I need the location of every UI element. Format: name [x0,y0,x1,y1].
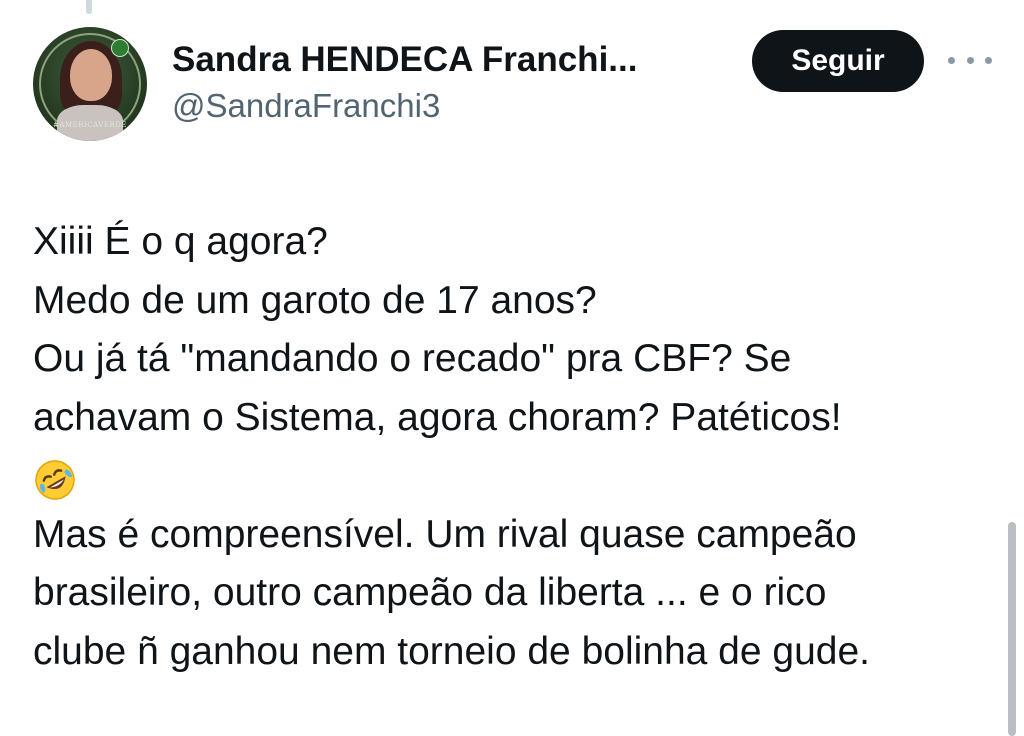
scrollbar[interactable] [1008,522,1016,736]
more-dot [948,56,955,64]
club-crest-icon [111,39,129,57]
more-dot [966,56,974,64]
tweet-emoji-line [33,447,993,506]
avatar-ring-text: #AMERICAVERDE [53,121,127,129]
tweet-text-line: clube ñ ganhou nem torneio de bolinha de… [33,629,870,673]
author-handle[interactable]: @SandraFranchi3 [172,87,440,125]
author-display-name[interactable]: Sandra HENDECA Franchi... [172,40,637,80]
tweet-text-line: Ou já tá "mandando o recado" pra CBF? Se [33,337,792,380]
avatar[interactable]: #AMERICAVERDE [33,27,147,141]
tweet-text-line: achavam o Sistema, agora choram? Patétic… [33,395,842,439]
avatar-face [70,49,112,101]
tweet-text-line: Xiiii É o q agora? [33,220,328,263]
tweet-screen: #AMERICAVERDE Sandra HENDECA Franchi... … [0,0,1024,736]
follow-button[interactable]: Seguir [752,30,924,92]
thread-connector-line [86,0,92,14]
rolling-on-floor-laughing-icon [33,458,77,502]
tweet-text-line: Medo de um garoto de 17 anos? [33,278,597,322]
more-dot [985,56,992,64]
tweet-text: Xiiii É o q agora? Medo de um garoto de … [33,213,993,681]
tweet-text-line: brasileiro, outro campeão da liberta ...… [33,571,827,614]
tweet-text-line: Mas é compreensível. Um rival quase camp… [33,512,857,556]
more-options-icon[interactable] [948,48,992,72]
